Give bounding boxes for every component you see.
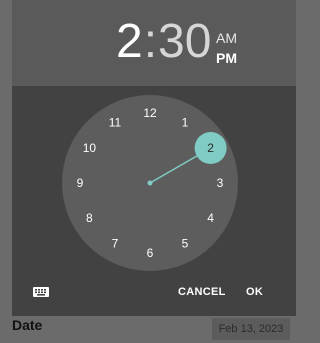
date-picker-button[interactable]: Feb 13, 2023 <box>212 318 290 340</box>
time-header: 2 : 30 AM PM <box>12 0 296 86</box>
minute-display[interactable]: 30 <box>158 14 211 70</box>
dial-hour-6[interactable]: 6 <box>147 246 154 260</box>
dialog-actions: CANCEL OK <box>12 282 296 306</box>
dial-hour-8[interactable]: 8 <box>86 211 93 225</box>
dial-hour-12[interactable]: 12 <box>143 106 157 120</box>
dial-hour-9[interactable]: 9 <box>77 176 84 190</box>
am-option[interactable]: AM <box>216 28 256 48</box>
am-pm-toggle: AM PM <box>216 28 256 68</box>
keyboard-icon <box>33 287 49 297</box>
dial-hour-5[interactable]: 5 <box>182 237 189 251</box>
pm-option[interactable]: PM <box>216 48 256 68</box>
screen: 2 : 30 AM PM 121234567891011 <box>0 0 300 343</box>
dial-hour-10[interactable]: 10 <box>83 141 97 155</box>
dial-hour-11[interactable]: 11 <box>109 115 122 129</box>
time-picker-dialog: 2 : 30 AM PM 121234567891011 <box>12 0 296 316</box>
dial-hour-1[interactable]: 1 <box>182 115 189 129</box>
dial-hour-3[interactable]: 3 <box>217 176 224 190</box>
hour-display[interactable]: 2 <box>116 14 143 70</box>
dial-hour-4[interactable]: 4 <box>207 211 214 225</box>
dial-hour-2[interactable]: 2 <box>207 141 214 155</box>
ok-button[interactable]: OK <box>246 286 263 298</box>
time-display: 2 : 30 <box>116 14 211 70</box>
clock-center-dot <box>147 180 153 186</box>
date-label: Date <box>12 317 43 333</box>
keyboard-toggle-button[interactable] <box>32 285 50 299</box>
date-row: Date Feb 13, 2023 <box>0 316 300 343</box>
clock-dial-svg[interactable]: 121234567891011 <box>62 95 238 271</box>
cancel-button[interactable]: CANCEL <box>178 286 226 298</box>
time-separator: : <box>143 15 158 68</box>
dial-hour-7[interactable]: 7 <box>112 237 119 251</box>
clock-dial[interactable]: 12 1 2 3 4 5 6 7 8 9 10 11 <box>62 95 238 271</box>
